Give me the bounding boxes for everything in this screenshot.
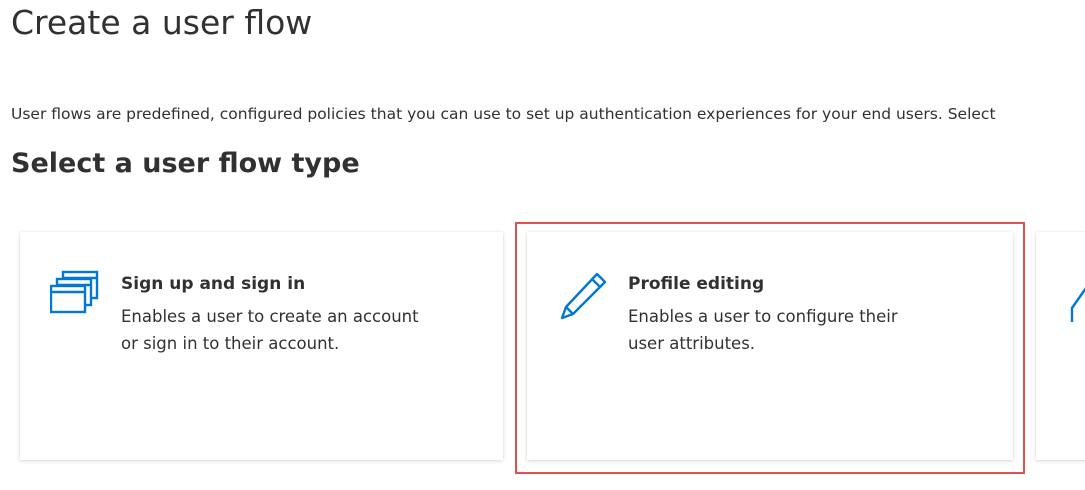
card-description-line: Enables a user to configure their [628,307,898,326]
card-description-line: Enables a user to create an account [121,307,419,326]
card-description-line: user attributes. [628,334,756,353]
card-title: Sign up and sign in [121,274,306,294]
windows-icon [49,270,102,322]
card-description: Enables a user to create an account or s… [121,303,451,357]
card-sign-up-sign-in[interactable]: Sign up and sign in Enables a user to cr… [20,232,503,460]
page-description: User flows are predefined, configured po… [11,105,996,123]
card-title: Profile editing [628,274,765,294]
card-description: Enables a user to configure their user a… [628,303,958,357]
card-partial[interactable] [1036,232,1085,460]
card-text: Profile editing Enables a user to config… [628,274,958,357]
create-user-flow-page: Create a user flow User flows are predef… [0,0,1085,490]
card-profile-editing[interactable]: Profile editing Enables a user to config… [527,232,1013,460]
card-description-line: or sign in to their account. [121,334,340,353]
page-title: Create a user flow [11,3,313,42]
section-title: Select a user flow type [11,148,360,179]
card-text: Sign up and sign in Enables a user to cr… [121,274,451,357]
pencil-icon [557,270,609,322]
partial-icon [1066,270,1085,322]
